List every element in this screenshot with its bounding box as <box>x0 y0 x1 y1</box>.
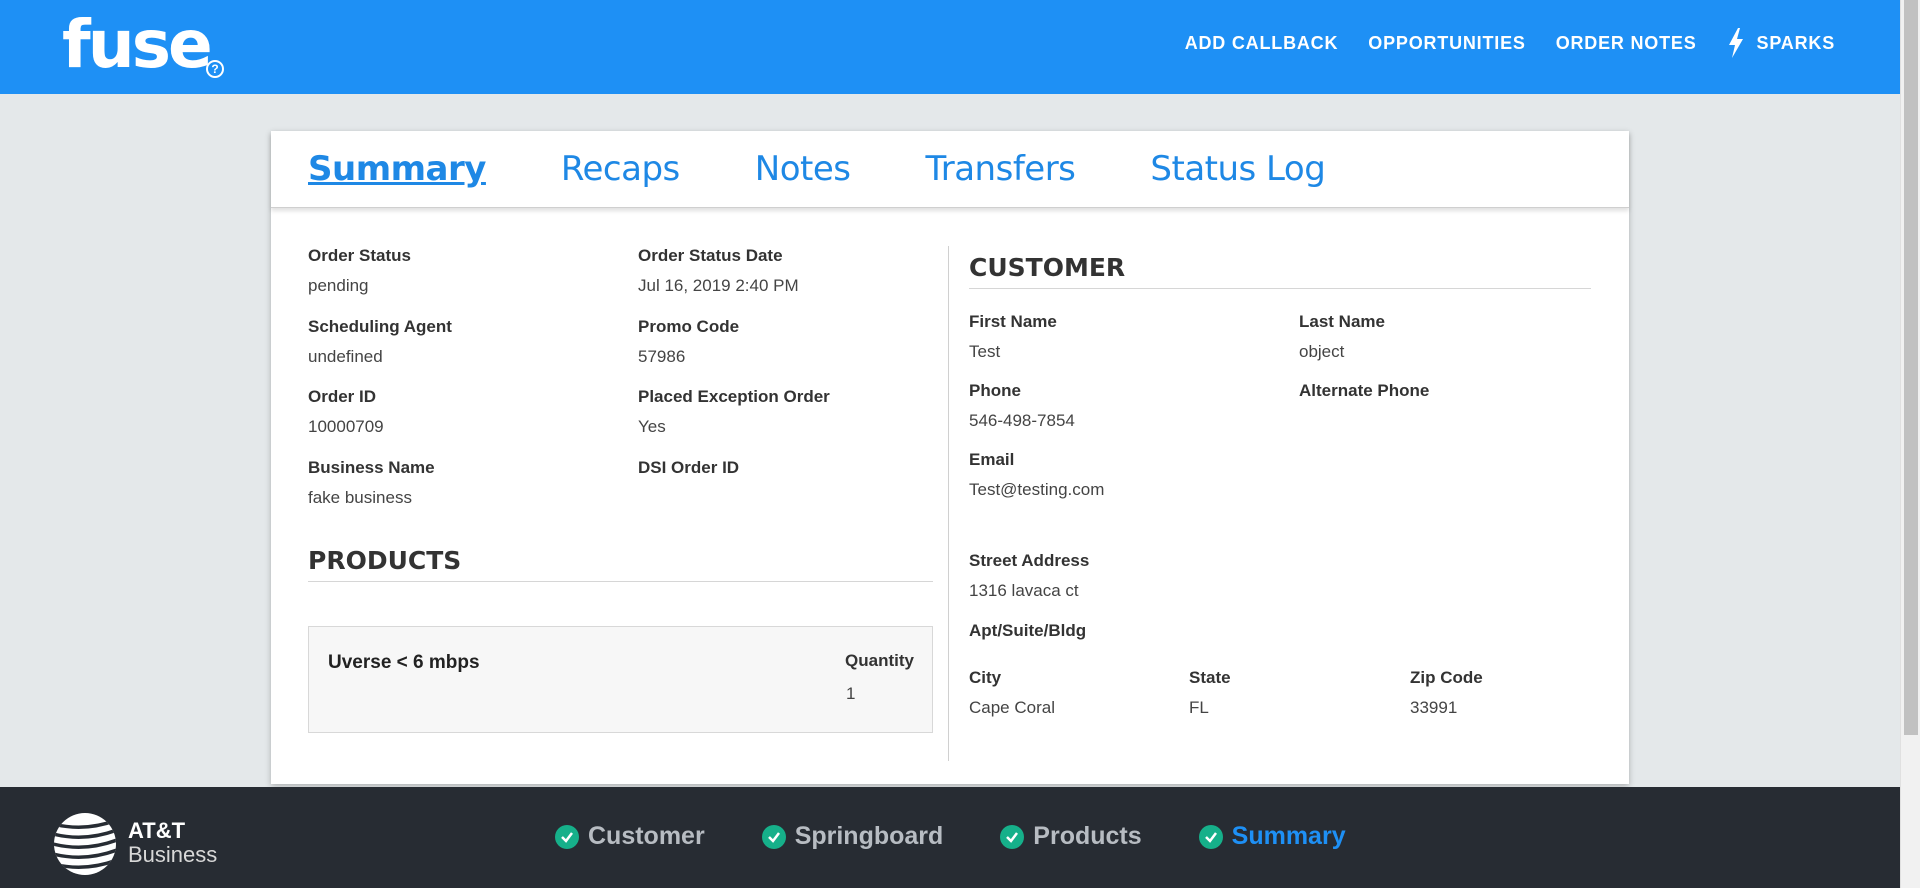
street-address-field: Street Address 1316 lavaca ct <box>969 551 1089 601</box>
order-notes-link[interactable]: ORDER NOTES <box>1556 33 1697 54</box>
alternate-phone-label: Alternate Phone <box>1299 381 1430 400</box>
scheduling-agent-label: Scheduling Agent <box>308 317 452 336</box>
apt-label: Apt/Suite/Bldg <box>969 621 1087 640</box>
order-status-field: Order Status pending <box>308 246 411 296</box>
att-business-logo: AT&T Business <box>128 819 217 867</box>
tab-notes[interactable]: Notes <box>755 149 851 189</box>
state-field: State FL <box>1189 668 1231 718</box>
top-nav: ADD CALLBACK OPPORTUNITIES ORDER NOTES S… <box>1155 28 1835 58</box>
step-label: Summary <box>1231 822 1346 850</box>
business-name-field: Business Name fake business <box>308 458 435 508</box>
order-status-value: pending <box>308 276 369 295</box>
promo-code-value: 57986 <box>638 347 686 366</box>
phone-field: Phone 546-498-7854 <box>969 381 1075 431</box>
first-name-label: First Name <box>969 312 1057 331</box>
product-name: Uverse < 6 mbps <box>328 652 480 673</box>
city-value: Cape Coral <box>969 698 1055 717</box>
scheduling-agent-field: Scheduling Agent undefined <box>308 317 452 367</box>
footer-progress-bar: AT&T Business Customer Springboard Produ… <box>0 787 1900 888</box>
tab-transfers[interactable]: Transfers <box>925 149 1075 189</box>
brand-line2: Business <box>128 842 218 867</box>
order-id-label: Order ID <box>308 387 377 406</box>
scheduling-agent-value: undefined <box>308 347 383 366</box>
check-icon <box>1198 824 1223 849</box>
first-name-field: First Name Test <box>969 312 1057 362</box>
alternate-phone-field: Alternate Phone <box>1299 381 1429 411</box>
top-navbar: fuse ? ADD CALLBACK OPPORTUNITIES ORDER … <box>0 0 1900 94</box>
order-status-date-value: Jul 16, 2019 2:40 PM <box>638 276 799 295</box>
fuse-logo[interactable]: fuse <box>62 12 213 78</box>
quantity-value: 1 <box>846 684 856 703</box>
state-value: FL <box>1189 698 1209 717</box>
first-name-value: Test <box>969 342 1001 361</box>
products-title: PRODUCTS <box>308 546 933 582</box>
scrollbar-thumb[interactable] <box>1904 0 1918 735</box>
products-section: PRODUCTS <box>308 546 933 582</box>
exception-order-label: Placed Exception Order <box>638 387 830 406</box>
promo-code-label: Promo Code <box>638 317 740 336</box>
sparks-label: SPARKS <box>1756 32 1835 53</box>
opportunities-link[interactable]: OPPORTUNITIES <box>1368 33 1525 54</box>
customer-title: CUSTOMER <box>969 253 1591 289</box>
city-label: City <box>969 668 1002 687</box>
step-summary[interactable]: Summary <box>1198 822 1346 851</box>
order-id-field: Order ID 10000709 <box>308 387 384 437</box>
exception-order-value: Yes <box>638 417 666 436</box>
step-customer[interactable]: Customer <box>555 822 705 851</box>
last-name-value: object <box>1299 342 1345 361</box>
help-icon[interactable]: ? <box>206 60 224 78</box>
exception-order-field: Placed Exception Order Yes <box>638 387 830 437</box>
street-address-label: Street Address <box>969 551 1090 570</box>
brand-line1: AT&T <box>128 818 186 843</box>
last-name-field: Last Name object <box>1299 312 1385 362</box>
phone-value: 546-498-7854 <box>969 411 1075 430</box>
street-address-value: 1316 lavaca ct <box>969 581 1079 600</box>
last-name-label: Last Name <box>1299 312 1385 331</box>
step-label: Springboard <box>794 822 944 850</box>
quantity-label: Quantity <box>845 651 914 670</box>
step-springboard[interactable]: Springboard <box>761 822 944 851</box>
sparks-link[interactable]: SPARKS <box>1727 28 1835 58</box>
phone-label: Phone <box>969 381 1021 400</box>
add-callback-link[interactable]: ADD CALLBACK <box>1185 33 1339 54</box>
order-summary-card: Summary Recaps Notes Transfers Status Lo… <box>271 131 1629 784</box>
product-item: Uverse < 6 mbps Quantity 1 <box>308 626 933 733</box>
dsi-order-id-label: DSI Order ID <box>638 458 740 477</box>
step-products[interactable]: Products <box>1000 822 1142 851</box>
promo-code-field: Promo Code 57986 <box>638 317 739 367</box>
business-name-label: Business Name <box>308 458 435 477</box>
tab-recaps[interactable]: Recaps <box>561 149 680 189</box>
progress-steps: Customer Springboard Products Summary <box>555 822 1403 851</box>
zip-code-label: Zip Code <box>1410 668 1483 687</box>
order-id-value: 10000709 <box>308 417 384 436</box>
order-status-date-field: Order Status Date Jul 16, 2019 2:40 PM <box>638 246 799 296</box>
tab-summary[interactable]: Summary <box>308 149 486 189</box>
scrollbar[interactable] <box>1900 0 1920 888</box>
state-label: State <box>1189 668 1231 687</box>
check-icon <box>555 824 579 849</box>
order-status-label: Order Status <box>308 246 411 265</box>
email-value: Test@testing.com <box>969 480 1105 499</box>
city-field: City Cape Coral <box>969 668 1055 718</box>
step-label: Customer <box>588 822 705 850</box>
check-icon <box>761 824 786 849</box>
zip-code-value: 33991 <box>1410 698 1458 717</box>
check-icon <box>1000 824 1025 849</box>
email-field: Email Test@testing.com <box>969 450 1104 500</box>
apt-field: Apt/Suite/Bldg <box>969 621 1086 651</box>
tab-status-log[interactable]: Status Log <box>1150 149 1325 189</box>
customer-details: CUSTOMER First Name Test Last Name objec… <box>948 246 1591 761</box>
step-label: Products <box>1033 822 1142 850</box>
customer-section: CUSTOMER <box>969 253 1591 289</box>
tab-bar: Summary Recaps Notes Transfers Status Lo… <box>271 131 1629 208</box>
zip-code-field: Zip Code 33991 <box>1410 668 1483 718</box>
email-label: Email <box>969 450 1015 469</box>
bolt-icon <box>1728 28 1743 58</box>
dsi-order-id-field: DSI Order ID <box>638 458 739 488</box>
business-name-value: fake business <box>308 488 412 507</box>
att-globe-icon <box>54 813 116 875</box>
order-status-date-label: Order Status Date <box>638 246 783 265</box>
